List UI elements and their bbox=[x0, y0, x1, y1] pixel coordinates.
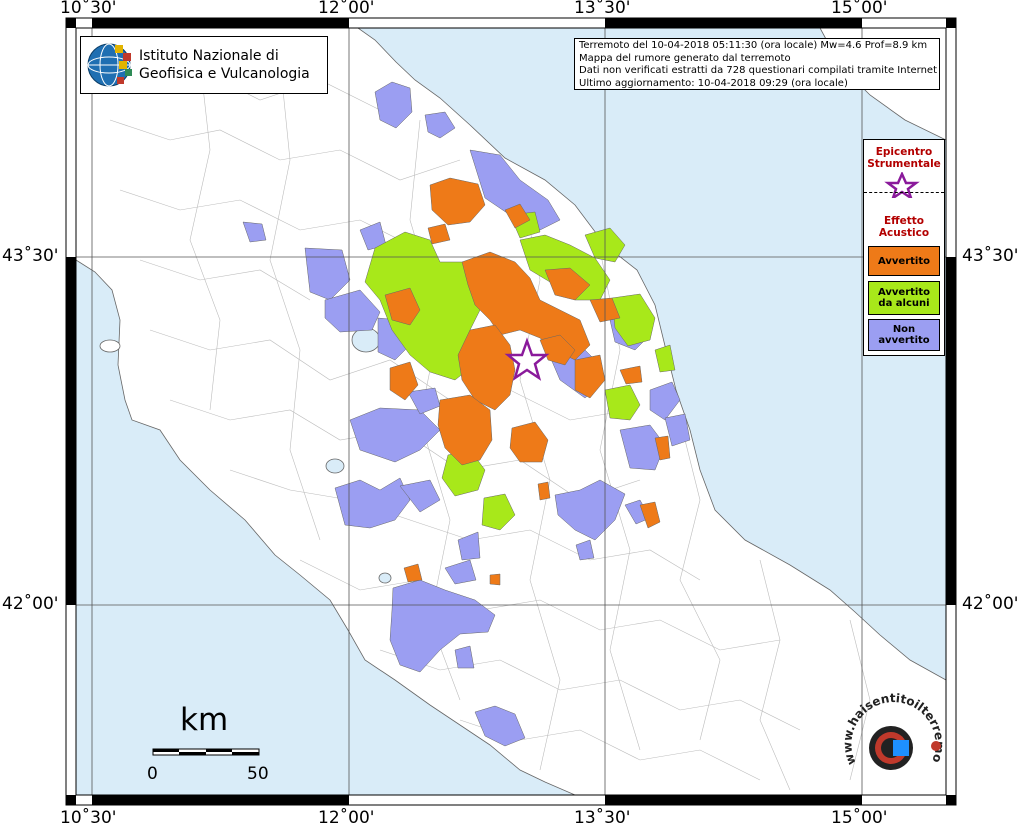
lat-label-left-4330: 43˚30' bbox=[2, 246, 59, 266]
lon-label-top-1500: 15˚00' bbox=[831, 0, 888, 18]
legend-divider bbox=[864, 192, 944, 193]
legend-avvertito-label: Avvertito bbox=[878, 255, 930, 267]
legend-avvertito-alcuni-label-2: da alcuni bbox=[878, 298, 930, 309]
legend-non-avvertito-label-2: avvertito bbox=[878, 335, 930, 346]
info-line-2: Mappa del rumore generato dal terremoto bbox=[579, 52, 791, 64]
info-line-4: Ultimo aggiornamento: 10-04-2018 09:29 (… bbox=[579, 77, 848, 89]
lat-label-right-4200: 42˚00' bbox=[962, 594, 1019, 614]
lon-label-top-1200: 12˚00' bbox=[318, 0, 375, 18]
ingv-globe-logo bbox=[87, 43, 132, 87]
legend-effetto-title-2: Acustico bbox=[878, 227, 930, 239]
lon-label-bottom-1030: 10˚30' bbox=[60, 808, 117, 828]
legend-non-avvertito-swatch: Non avvertito bbox=[868, 319, 940, 351]
legend-avvertito-alcuni-swatch: Avvertito da alcuni bbox=[868, 281, 940, 315]
legend-non-avvertito-label-1: Non bbox=[892, 324, 916, 335]
lon-label-bottom-1200: 12˚00' bbox=[318, 808, 375, 828]
logo-line-1: Istituto Nazionale di bbox=[139, 48, 279, 64]
legend-star-icon bbox=[884, 172, 920, 198]
legend-effetto-title-1: Effetto bbox=[883, 215, 925, 227]
lon-label-top-1330: 13˚30' bbox=[574, 0, 631, 18]
logo-line-2: Geofisica e Vulcanologia bbox=[139, 66, 310, 82]
event-info-box: Terremoto del 10-04-2018 05:11:30 (ora l… bbox=[574, 38, 940, 90]
scale-unit-label: km bbox=[180, 702, 229, 738]
map-legend: Epicentro Strumentale Effetto Acustico A… bbox=[863, 139, 945, 356]
scale-start-label: 0 bbox=[147, 764, 158, 784]
lon-label-top-1030: 10˚30' bbox=[60, 0, 117, 18]
scale-bar bbox=[152, 748, 260, 756]
ingv-logo-box: Istituto Nazionale di Geofisica e Vulcan… bbox=[80, 36, 328, 94]
info-line-3: Dati non verificati estratti da 728 ques… bbox=[579, 65, 937, 76]
lon-label-bottom-1500: 15˚00' bbox=[831, 808, 888, 828]
legend-epicentro-title-2: Strumentale bbox=[867, 158, 941, 170]
info-line-1: Terremoto del 10-04-2018 05:11:30 (ora l… bbox=[579, 40, 928, 51]
lake-bolsena bbox=[325, 458, 345, 474]
lake-trasimeno bbox=[351, 327, 381, 353]
lat-label-right-4330: 43˚30' bbox=[962, 246, 1019, 266]
lat-label-left-4200: 42˚00' bbox=[2, 594, 59, 614]
haisentito-watermark-logo: www.haisentitoilterremoto.it bbox=[836, 668, 946, 770]
scale-end-label: 50 bbox=[247, 764, 269, 784]
lake-bracciano bbox=[378, 572, 392, 584]
legend-epicentro-title-1: Epicentro bbox=[875, 146, 933, 158]
lon-label-bottom-1330: 13˚30' bbox=[574, 808, 631, 828]
legend-avvertito-swatch: Avvertito bbox=[868, 246, 940, 276]
legend-avvertito-alcuni-label-1: Avvertito bbox=[878, 287, 930, 298]
